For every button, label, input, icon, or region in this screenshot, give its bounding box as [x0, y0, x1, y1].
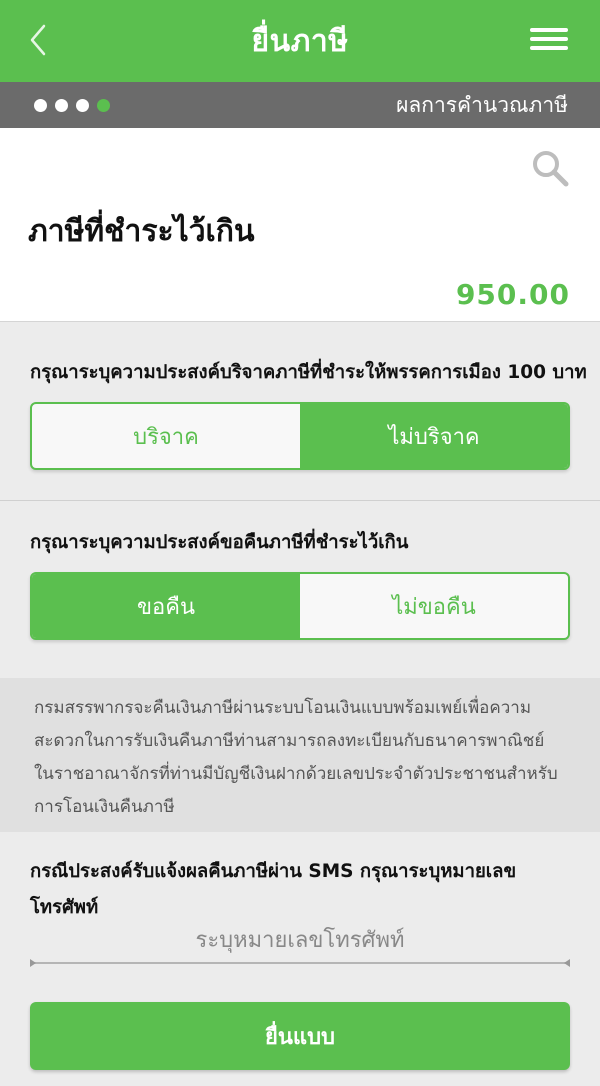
info-line-2: สะดวกในการรับเงินคืนภาษีท่านสามารถลงทะเบ…	[34, 731, 545, 751]
donation-question: กรุณาระบุความประสงค์บริจาคภาษีที่ชำระให้…	[30, 362, 587, 383]
search-button[interactable]	[530, 148, 570, 188]
donate-option[interactable]: บริจาค	[32, 404, 300, 468]
page-title: ยื่นภาษี	[251, 23, 349, 59]
app-header: ยื่นภาษี	[0, 0, 600, 82]
refund-question: กรุณาระบุความประสงค์ขอคืนภาษีที่ชำระไว้เ…	[30, 532, 409, 553]
overpaid-tax-amount: 950.00	[455, 278, 570, 311]
overpaid-tax-label: ภาษีที่ชำระไว้เกิน	[28, 214, 255, 249]
request-refund-option[interactable]: ขอคืน	[32, 574, 300, 638]
step-indicator-bar: ผลการคำนวณภาษี	[0, 82, 600, 128]
phone-number-input[interactable]	[30, 920, 570, 960]
step-dot-3	[76, 98, 89, 112]
sms-question: กรณีประสงค์รับแจ้งผลคืนภาษีผ่าน SMS กรุณ…	[30, 861, 517, 918]
donation-toggle: บริจาค ไม่บริจาค	[30, 402, 570, 470]
step-dot-4-current	[97, 98, 110, 112]
step-label: ผลการคำนวณภาษี	[396, 92, 568, 117]
step-dots	[34, 98, 110, 112]
info-line-1: กรมสรรพากรจะคืนเงินภาษีผ่านระบบโอนเงินแบ…	[34, 698, 532, 718]
tax-result-card: ภาษีที่ชำระไว้เกิน 950.00	[0, 128, 600, 322]
section-divider	[0, 500, 600, 501]
info-line-3: ในราชอาณาจักรที่ท่านมีบัญชีเงินฝากด้วยเล…	[34, 764, 558, 784]
chevron-left-icon	[30, 24, 46, 56]
phone-input-underline	[30, 959, 570, 967]
search-icon	[533, 151, 569, 187]
back-button[interactable]	[24, 22, 54, 58]
no-donate-option[interactable]: ไม่บริจาค	[300, 404, 568, 468]
no-refund-option[interactable]: ไม่ขอคืน	[300, 574, 568, 638]
hamburger-menu-icon[interactable]	[530, 28, 568, 52]
step-dot-2	[55, 98, 68, 112]
refund-info-box: กรมสรรพากรจะคืนเงินภาษีผ่านระบบโอนเงินแบ…	[0, 678, 600, 832]
refund-toggle: ขอคืน ไม่ขอคืน	[30, 572, 570, 640]
step-dot-1	[34, 98, 47, 112]
submit-filing-button[interactable]: ยื่นแบบ	[30, 1002, 570, 1070]
info-line-4: การโอนเงินคืนภาษี	[34, 797, 175, 817]
